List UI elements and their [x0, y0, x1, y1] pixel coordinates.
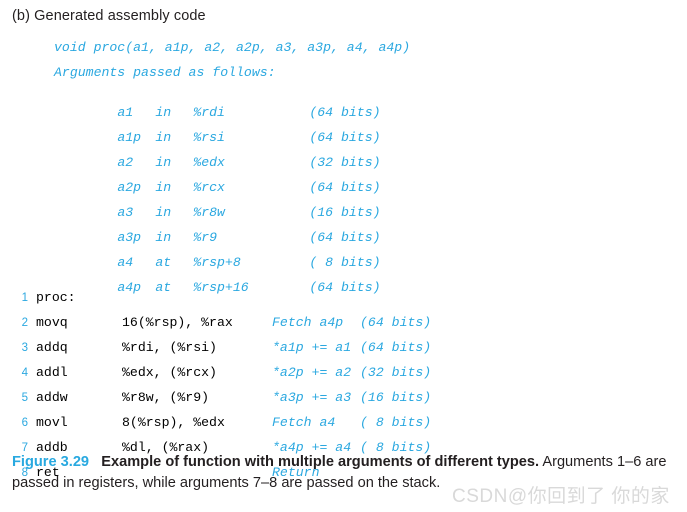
assembly-code: addq %rdi, (%rsi) — [36, 340, 272, 355]
assembly-row: 5 addw %r8w, (%r9) *a3p += a3 (16 bits) — [0, 390, 687, 415]
assembly-comment-text: *a3p += a3 — [272, 390, 352, 405]
argument-row: a2 in %edx (32 bits) — [0, 140, 687, 170]
assembly-row: 6 movl 8(%rsp), %edx Fetch a4 ( 8 bits) — [0, 415, 687, 440]
assembly-operands: %r8w, (%r9) — [122, 390, 210, 405]
assembly-code: movq 16(%rsp), %rax — [36, 315, 272, 330]
assembly-code: addw %r8w, (%r9) — [36, 390, 272, 405]
assembly-row: 4 addl %edx, (%rcx) *a2p += a2 (32 bits) — [0, 365, 687, 390]
assembly-comment-text: Fetch a4p — [272, 315, 344, 330]
assembly-mnemonic: proc: — [36, 290, 76, 305]
arguments-intro: Arguments passed as follows: — [54, 65, 276, 80]
argument-row: a4p at %rsp+16 (64 bits) — [0, 265, 687, 295]
code-listing: void proc(a1, a1p, a2, a2p, a3, a3p, a4,… — [0, 40, 687, 490]
assembly-comment: Fetch a4 ( 8 bits) — [272, 415, 431, 430]
line-number: 5 — [21, 392, 28, 404]
assembly-mnemonic: movl — [36, 415, 68, 430]
assembly-mnemonic: addl — [36, 365, 68, 380]
assembly-comment-size: (32 bits) — [360, 365, 432, 380]
assembly-code: movl 8(%rsp), %edx — [36, 415, 272, 430]
assembly-operands: %edx, (%rcx) — [122, 365, 217, 380]
assembly-comment-size: (16 bits) — [360, 390, 432, 405]
code-line-signature: void proc(a1, a1p, a2, a2p, a3, a3p, a4,… — [0, 40, 687, 65]
assembly-code: proc: — [36, 290, 272, 305]
assembly-operands: %rdi, (%rsi) — [122, 340, 217, 355]
assembly-row: 3 addq %rdi, (%rsi) *a1p += a1 (64 bits) — [0, 340, 687, 365]
assembly-comment-text: *a1p += a1 — [272, 340, 352, 355]
assembly-mnemonic: movq — [36, 315, 68, 330]
line-number: 3 — [21, 342, 28, 354]
assembly-comment-text: *a2p += a2 — [272, 365, 352, 380]
line-number: 1 — [21, 292, 28, 304]
assembly-comment-size: (64 bits) — [360, 315, 432, 330]
assembly-comment-size: ( 8 bits) — [360, 415, 432, 430]
function-signature: void proc(a1, a1p, a2, a2p, a3, a3p, a4,… — [54, 40, 411, 55]
assembly-comment-size: (64 bits) — [360, 340, 432, 355]
assembly-comment: *a1p += a1 (64 bits) — [272, 340, 431, 355]
argument-row: a1p in %rsi (64 bits) — [0, 115, 687, 145]
argument-row: a3 in %r8w (16 bits) — [0, 190, 687, 220]
assembly-row: 1 proc: — [0, 290, 687, 315]
assembly-mnemonic: addq — [36, 340, 68, 355]
argument-row: a4 at %rsp+8( 8 bits) — [0, 240, 687, 270]
assembly-operands: 16(%rsp), %rax — [122, 315, 233, 330]
assembly-comment: *a3p += a3 (16 bits) — [272, 390, 431, 405]
assembly-operands: 8(%rsp), %edx — [122, 415, 225, 430]
assembly-comment-text: Fetch a4 — [272, 415, 336, 430]
line-number: 4 — [21, 367, 28, 379]
line-number: 2 — [21, 317, 28, 329]
assembly-comment — [272, 290, 360, 305]
figure-title: Example of function with multiple argume… — [101, 454, 540, 470]
assembly-comment: *a2p += a2 (32 bits) — [272, 365, 431, 380]
argument-row: a2p in %rcx (64 bits) — [0, 165, 687, 195]
figure-label: Figure 3.29 — [12, 454, 90, 470]
argument-row: a1 in %rdi (64 bits) — [0, 90, 687, 120]
code-line-args-intro: Arguments passed as follows: — [0, 65, 687, 90]
argument-row: a3p in %r9 (64 bits) — [0, 215, 687, 245]
assembly-comment: Fetch a4p (64 bits) — [272, 315, 431, 330]
part-heading: (b) Generated assembly code — [12, 8, 206, 24]
figure-page: (b) Generated assembly code void proc(a1… — [0, 0, 687, 512]
assembly-code: addl %edx, (%rcx) — [36, 365, 272, 380]
figure-caption: Figure 3.29 Example of function with mul… — [12, 452, 677, 494]
assembly-mnemonic: addw — [36, 390, 68, 405]
line-number: 6 — [21, 417, 28, 429]
assembly-row: 2 movq 16(%rsp), %rax Fetch a4p (64 bits) — [0, 315, 687, 340]
